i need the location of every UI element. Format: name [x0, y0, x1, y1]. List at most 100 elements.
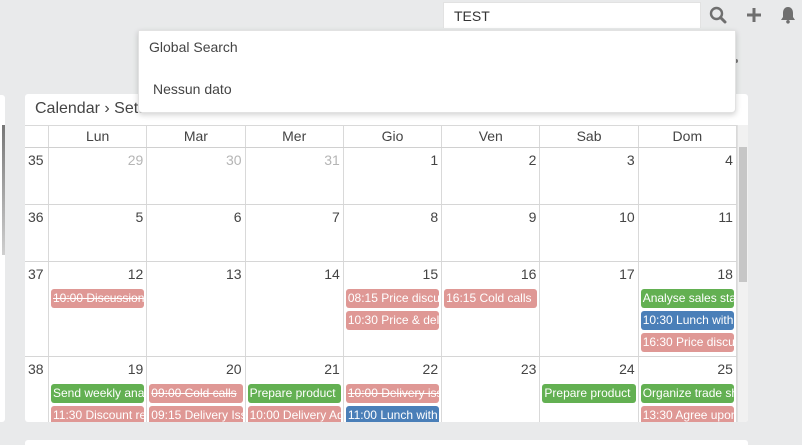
day-cell[interactable]: 18 Analyse sales stats 10:30 Lunch with 16:…: [639, 262, 737, 356]
weekday-label: Mer: [246, 126, 344, 147]
day-cell[interactable]: 23: [442, 357, 541, 422]
day-cell[interactable]: 10: [540, 205, 639, 261]
day-number: 22: [422, 361, 439, 377]
calendar-scrollbar[interactable]: [737, 125, 748, 422]
day-cell[interactable]: 11: [639, 205, 737, 261]
weekday-label: Gio: [344, 126, 443, 147]
week-row: 37 12 10:00 Discussion 13 14 15 08:15 Price di…: [25, 262, 737, 357]
day-cell[interactable]: 19 Send weekly analysis 11:30 Discount req…: [49, 357, 148, 422]
day-cell[interactable]: 13: [147, 262, 246, 356]
weekday-label: Ven: [442, 126, 541, 147]
week-number: 37: [25, 262, 49, 356]
calendar-panel: Calendar › Settembre 2022 LunMarMerGioVe…: [25, 94, 748, 422]
dropdown-title: Global Search: [149, 39, 238, 55]
day-cell[interactable]: 30: [147, 148, 246, 204]
weekday-label: Sab: [540, 126, 639, 147]
calendar-event[interactable]: 11:30 Discount request: [51, 406, 145, 422]
day-number: 15: [422, 266, 439, 282]
breadcrumb-root[interactable]: Calendar: [35, 100, 100, 117]
day-number: 20: [225, 361, 242, 377]
day-cell[interactable]: 7: [246, 205, 344, 261]
global-search-input[interactable]: TEST: [443, 2, 701, 28]
day-cell[interactable]: 1: [344, 148, 443, 204]
day-cell[interactable]: 14: [246, 262, 344, 356]
calendar-event[interactable]: 11:00 Lunch with: [345, 406, 440, 422]
day-cell[interactable]: 25 Organize trade show 13:30 Agree upon: [639, 357, 737, 422]
day-number: 13: [225, 266, 242, 282]
weekday-label: Lun: [49, 126, 148, 147]
week-number: 35: [25, 148, 49, 204]
calendar-event[interactable]: 13:30 Agree upon: [640, 406, 734, 422]
week-row: 38 19 Send weekly analysis 11:30 Discount r…: [25, 357, 737, 422]
week-number: 36: [25, 205, 49, 261]
day-cell[interactable]: 8: [344, 205, 443, 261]
day-number: 1: [430, 152, 439, 168]
calendar-event[interactable]: Organize trade show: [640, 384, 734, 403]
day-cell[interactable]: 20 09:00 Cold calls 09:15 Delivery Issue: [147, 357, 246, 422]
day-cell[interactable]: 29: [49, 148, 148, 204]
day-number: 3: [626, 152, 635, 168]
calendar-event[interactable]: 10:00 Delivery issue: [345, 384, 440, 403]
calendar-event[interactable]: 09:15 Delivery Issue: [149, 406, 243, 422]
day-cell[interactable]: 9: [442, 205, 541, 261]
day-cell[interactable]: 5: [49, 205, 148, 261]
day-number: 31: [324, 152, 340, 168]
calendar-event[interactable]: 10:00 Discussion: [51, 289, 145, 308]
day-number: 29: [127, 152, 144, 168]
calendar-event[interactable]: 10:30 Price & delivery: [345, 311, 440, 330]
day-cell[interactable]: 17: [540, 262, 639, 356]
calendar-event[interactable]: 16:30 Price discussion: [640, 333, 734, 352]
week-number-header: [25, 126, 49, 147]
calendar-grid: 35 29 30 31 1 2 3 4 36 5 6 7 8 9 10 11 37 12 10:00 Discuss…: [25, 148, 737, 422]
calendar-event[interactable]: Prepare product: [247, 384, 341, 403]
calendar-event[interactable]: 08:15 Price discussion: [345, 289, 440, 308]
scrollbar-thumb[interactable]: [739, 147, 747, 282]
calendar-event[interactable]: 10:30 Lunch with: [640, 311, 734, 330]
day-number: 6: [233, 209, 242, 225]
day-number: 19: [127, 361, 144, 377]
day-number: 4: [725, 152, 733, 168]
calendar-event[interactable]: Analyse sales stats: [640, 289, 734, 308]
day-number: 18: [717, 266, 733, 282]
day-number: 5: [135, 209, 144, 225]
bottom-panel: [25, 440, 748, 445]
calendar-event[interactable]: Send weekly analysis: [51, 384, 145, 403]
day-cell[interactable]: 2: [442, 148, 541, 204]
day-cell[interactable]: 21 Prepare product 10:00 Delivery Address: [246, 357, 344, 422]
day-cell[interactable]: 6: [147, 205, 246, 261]
day-number: 21: [324, 361, 340, 377]
day-cell[interactable]: 16 16:15 Cold calls: [442, 262, 541, 356]
plus-icon[interactable]: [743, 4, 765, 26]
day-number: 17: [619, 266, 635, 282]
search-icon[interactable]: [707, 4, 729, 26]
day-cell[interactable]: 12 10:00 Discussion: [49, 262, 148, 356]
day-number: 23: [520, 361, 537, 377]
weekday-header: Lun Mar Mer Gio Ven Sab Dom: [25, 125, 737, 148]
day-number: 10: [619, 209, 635, 225]
day-number: 2: [528, 152, 537, 168]
day-cell[interactable]: 22 10:00 Delivery issue 11:00 Lunch with: [344, 357, 443, 422]
week-number: 38: [25, 357, 49, 422]
day-cell[interactable]: 15 08:15 Price discussion 10:30 Price & de…: [344, 262, 443, 356]
day-cell[interactable]: 3: [540, 148, 639, 204]
day-cell[interactable]: 4: [639, 148, 737, 204]
day-number: 9: [528, 209, 537, 225]
calendar-event[interactable]: 16:15 Cold calls: [444, 289, 538, 308]
day-cell[interactable]: 31: [246, 148, 344, 204]
calendar-event[interactable]: Prepare product: [542, 384, 636, 403]
day-number: 7: [332, 209, 340, 225]
side-panel: [0, 95, 5, 422]
bell-icon[interactable]: [777, 4, 799, 26]
day-number: 12: [127, 266, 144, 282]
day-number: 8: [430, 209, 439, 225]
day-number: 14: [324, 266, 340, 282]
weekday-label: Dom: [639, 126, 737, 147]
global-search-dropdown: Global Search Nessun dato: [138, 30, 736, 113]
day-cell[interactable]: 24 Prepare product: [540, 357, 639, 422]
weekday-label: Mar: [147, 126, 246, 147]
calendar-event[interactable]: 10:00 Delivery Address: [247, 406, 341, 422]
day-number: 16: [520, 266, 537, 282]
week-row: 35 29 30 31 1 2 3 4: [25, 148, 737, 205]
week-row: 36 5 6 7 8 9 10 11: [25, 205, 737, 262]
calendar-event[interactable]: 09:00 Cold calls: [149, 384, 243, 403]
